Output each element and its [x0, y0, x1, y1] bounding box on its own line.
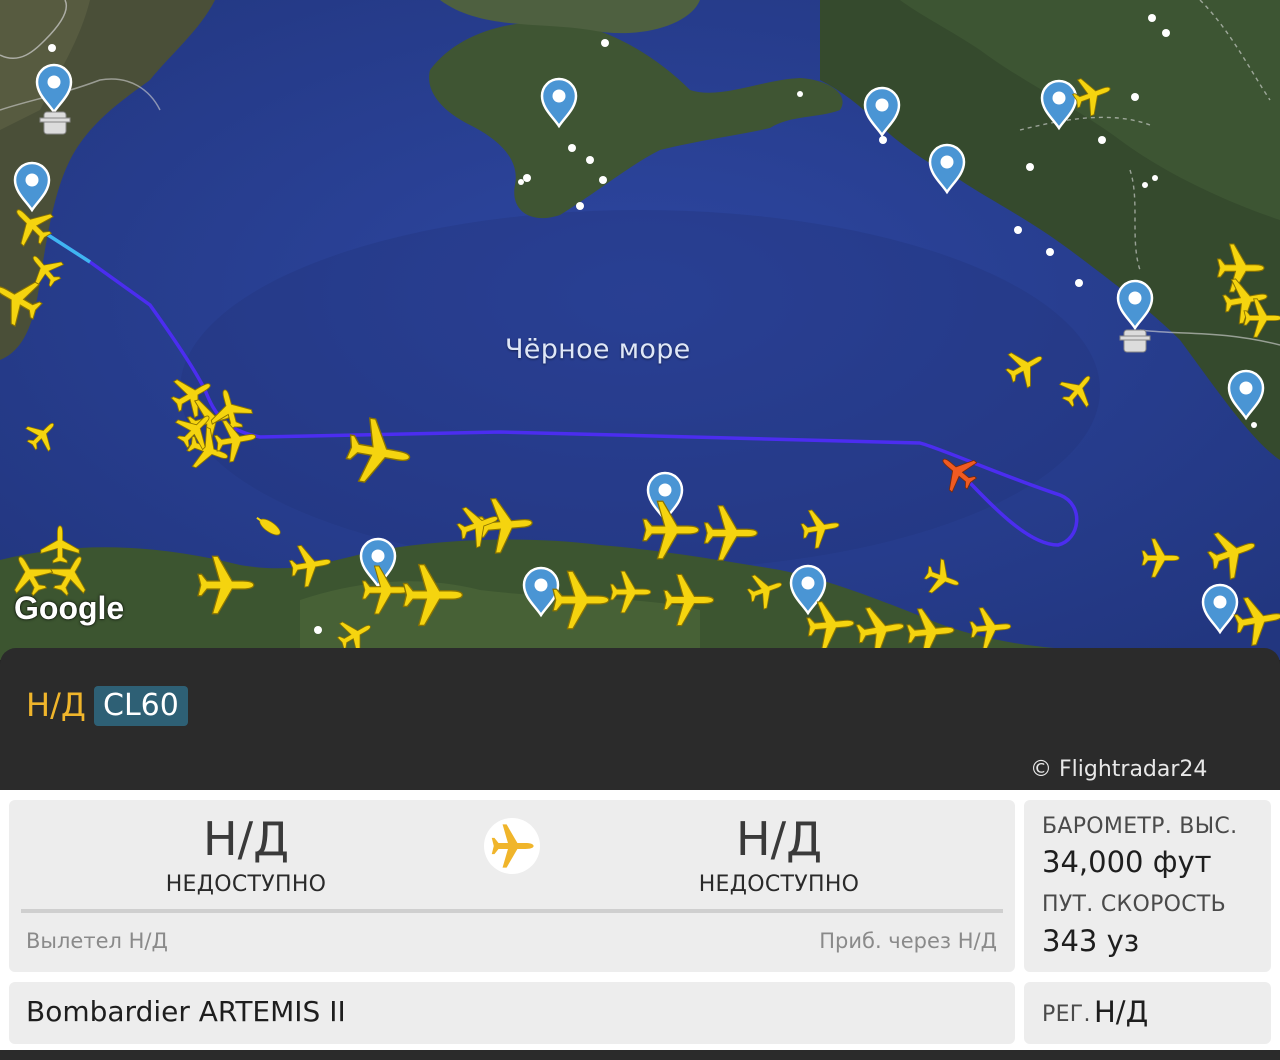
origin-code: Н/Д [202, 812, 290, 866]
speed-value: 343 уз [1042, 924, 1140, 958]
aircraft-name: Bombardier ARTEMIS II [26, 995, 346, 1028]
route-plane-badge [484, 818, 540, 874]
aircraft-type-badge: CL60 [94, 686, 188, 726]
copyright: © Flightradar24 [1030, 757, 1208, 782]
google-logo: Google [14, 590, 125, 626]
arrival-label: Приб. через Н/Д [819, 929, 997, 953]
departed-label: Вылетел Н/Д [26, 929, 168, 953]
bottom-bar [0, 1050, 1280, 1060]
callsign: Н/Д [26, 686, 86, 724]
registration-value: Н/Д [1094, 995, 1149, 1029]
registration-label: РЕГ. [1042, 1002, 1091, 1027]
altitude-value: 34,000 фут [1042, 845, 1212, 879]
flight-progress-bar [21, 909, 1003, 913]
speed-label: ПУТ. СКОРОСТЬ [1042, 892, 1227, 917]
flight-map[interactable] [0, 0, 1280, 660]
destination-name: НЕДОСТУПНО [698, 872, 860, 897]
origin-name: НЕДОСТУПНО [165, 872, 327, 897]
sea-label: Чёрное море [505, 334, 691, 365]
airplane-icon [491, 824, 534, 868]
destination-code: Н/Д [735, 812, 823, 866]
altitude-label: БАРОМЕТР. ВЫС. [1042, 814, 1238, 839]
